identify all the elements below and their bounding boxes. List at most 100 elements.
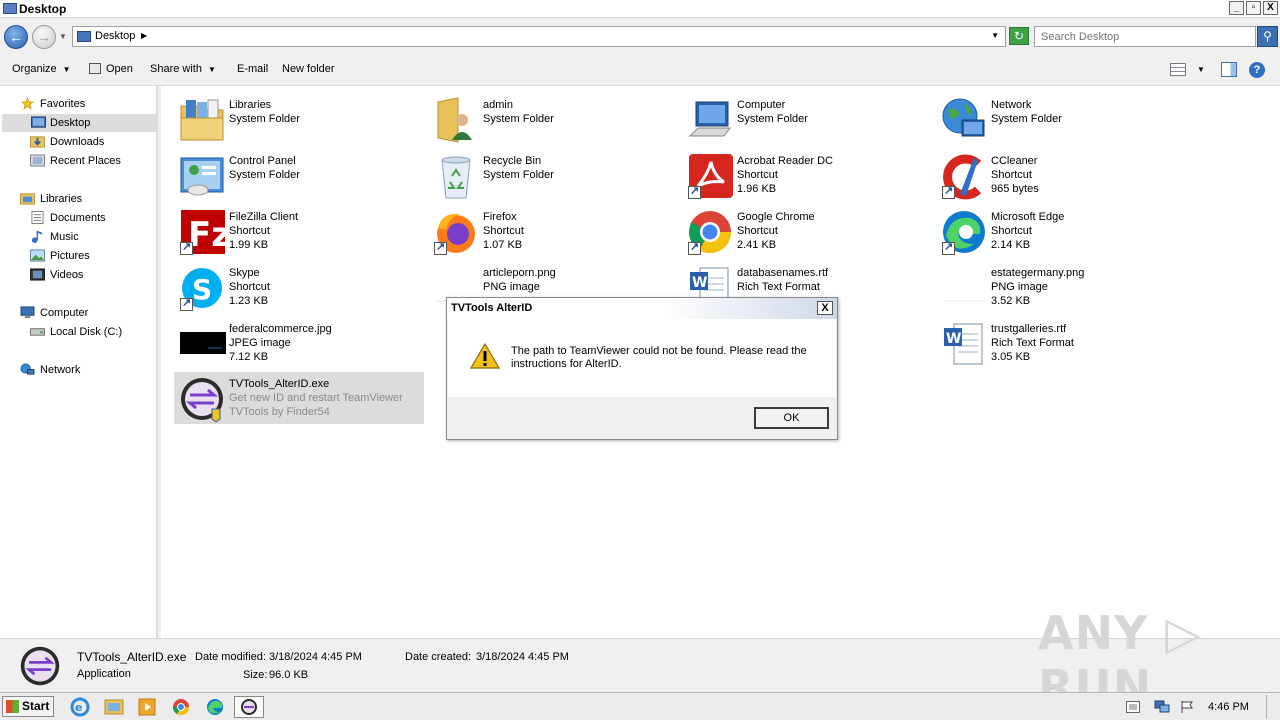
user-folder-icon <box>437 97 472 143</box>
file-type: PNG image <box>991 281 1048 293</box>
details-file-name: TVTools_AlterID.exe <box>77 650 187 664</box>
recycle-bin-icon <box>441 156 471 199</box>
nav-local-disk[interactable]: Local Disk (C:) <box>30 323 150 341</box>
keyboard-language-icon[interactable] <box>1126 701 1140 713</box>
size-value: 96.0 KB <box>269 669 309 681</box>
restore-button[interactable]: ▫ <box>1246 1 1261 15</box>
control-panel-icon <box>180 157 224 196</box>
nav-network[interactable]: Network <box>18 361 153 379</box>
file-item-computer[interactable]: Computer System Folder <box>682 93 932 145</box>
chevron-down-icon: ▼ <box>207 65 216 74</box>
file-size: 1.07 KB <box>483 239 523 251</box>
file-item-tvtools-alterid[interactable]: TVTools_AlterID.exe Get new ID and resta… <box>174 372 424 424</box>
close-button[interactable]: X <box>1263 1 1278 15</box>
taskbar: Start e 4:46 PM <box>0 692 1280 720</box>
search-box[interactable] <box>1034 26 1256 47</box>
search-input[interactable] <box>1035 27 1235 46</box>
file-name: Skype <box>229 267 260 279</box>
shortcut-arrow-icon <box>180 240 193 255</box>
network-globe-icon <box>942 98 985 137</box>
preview-pane-icon[interactable] <box>1221 62 1237 77</box>
nav-favorites[interactable]: Favorites <box>18 95 153 113</box>
address-location[interactable]: Desktop <box>95 30 135 42</box>
file-type: System Folder <box>737 113 808 125</box>
file-item-edge[interactable]: Microsoft Edge Shortcut 2.14 KB <box>936 205 1186 257</box>
nav-downloads-label: Downloads <box>50 136 105 148</box>
address-bar[interactable]: Desktop ▶ ▼ <box>72 26 1006 47</box>
file-item-control-panel[interactable]: Control Panel System Folder <box>174 149 424 201</box>
dialog-close-button[interactable]: X <box>817 301 833 315</box>
nav-music[interactable]: Music <box>30 228 150 246</box>
nav-downloads[interactable]: Downloads <box>30 133 150 151</box>
file-type: Rich Text Format <box>737 281 820 293</box>
pane-splitter[interactable] <box>157 86 161 638</box>
nav-libraries[interactable]: Libraries <box>18 190 153 208</box>
network-icon <box>20 363 35 375</box>
file-item-libraries[interactable]: Libraries System Folder <box>174 93 424 145</box>
file-item-ccleaner[interactable]: CCleaner Shortcut 965 bytes <box>936 149 1186 201</box>
nav-documents[interactable]: Documents <box>30 209 150 227</box>
share-with-button[interactable]: Share with ▼ <box>150 63 216 75</box>
view-options-chevron-icon[interactable]: ▼ <box>1197 65 1205 74</box>
internet-explorer-icon[interactable]: e <box>66 696 94 718</box>
network-tray-icon[interactable] <box>1154 700 1170 714</box>
file-item-federalcommerce[interactable]: federalcommerce.jpg JPEG image 7.12 KB <box>174 317 424 369</box>
shortcut-arrow-icon <box>942 184 955 199</box>
file-type: Rich Text Format <box>991 337 1074 349</box>
documents-icon <box>31 211 44 224</box>
nav-recent-places[interactable]: Recent Places <box>30 152 150 170</box>
nav-computer[interactable]: Computer <box>18 304 153 322</box>
breadcrumb-chevron-icon[interactable]: ▶ <box>141 31 147 40</box>
ok-button[interactable]: OK <box>754 407 829 429</box>
file-type: System Folder <box>229 113 300 125</box>
edge-icon[interactable] <box>201 696 229 718</box>
file-item-recycle-bin[interactable]: Recycle Bin System Folder <box>428 149 678 201</box>
open-button[interactable]: Open <box>89 63 133 75</box>
file-item-firefox[interactable]: Firefox Shortcut 1.07 KB <box>428 205 678 257</box>
file-item-network[interactable]: Network System Folder <box>936 93 1186 145</box>
nav-documents-label: Documents <box>50 212 106 224</box>
file-name: FileZilla Client <box>229 211 299 223</box>
address-dropdown-icon[interactable]: ▼ <box>991 31 999 40</box>
tvtools-taskbar-button[interactable] <box>234 696 264 718</box>
dialog-title: TVTools AlterID <box>451 302 533 314</box>
command-bar: Organize ▼ Open Share with ▼ E-mail New fo… <box>0 54 1280 86</box>
organize-button[interactable]: Organize ▼ <box>12 63 71 75</box>
back-arrow-icon[interactable]: ← <box>4 25 28 49</box>
help-icon[interactable]: ? <box>1249 62 1265 78</box>
taskbar-clock[interactable]: 4:46 PM <box>1208 701 1249 713</box>
search-icon[interactable]: ⚲ <box>1257 26 1278 47</box>
nav-pictures[interactable]: Pictures <box>30 247 150 265</box>
shortcut-arrow-icon <box>942 240 955 255</box>
new-folder-button[interactable]: New folder <box>282 63 335 75</box>
minimize-button[interactable]: _ <box>1229 1 1244 15</box>
show-desktop-button[interactable] <box>1266 695 1278 719</box>
email-button[interactable]: E-mail <box>237 63 268 75</box>
media-player-icon[interactable] <box>133 696 161 718</box>
file-size: 3.05 KB <box>991 351 1031 363</box>
recent-pages-dropdown-icon[interactable]: ▼ <box>59 32 67 41</box>
start-button[interactable]: Start <box>2 696 54 717</box>
file-item-admin[interactable]: admin System Folder <box>428 93 678 145</box>
nav-videos[interactable]: Videos <box>30 266 150 284</box>
file-item-filezilla[interactable]: Fz FileZilla Client Shortcut 1.99 KB <box>174 205 424 257</box>
forward-arrow-icon[interactable]: → <box>32 25 56 49</box>
action-center-flag-icon[interactable] <box>1180 700 1194 714</box>
word-document-icon: W <box>944 323 983 365</box>
navigation-pane: Favorites Desktop Downloads Recent Place… <box>0 86 157 638</box>
file-name: federalcommerce.jpg <box>229 323 332 335</box>
nav-desktop[interactable]: Desktop <box>2 114 157 132</box>
file-explorer-icon[interactable] <box>100 696 128 718</box>
open-label: Open <box>106 63 133 75</box>
file-item-trustgalleries[interactable]: W trustgalleries.rtf Rich Text Format 3.… <box>936 317 1186 369</box>
file-item-skype[interactable]: S Skype Shortcut 1.23 KB <box>174 261 424 313</box>
change-view-icon[interactable] <box>1170 63 1186 76</box>
file-item-chrome[interactable]: Google Chrome Shortcut 2.41 KB <box>682 205 932 257</box>
nav-pictures-label: Pictures <box>50 250 90 262</box>
file-item-estategermany[interactable]: estategermany.png PNG image 3.52 KB <box>936 261 1186 313</box>
date-created-value: 3/18/2024 4:45 PM <box>476 651 569 663</box>
file-name: Control Panel <box>229 155 296 167</box>
file-item-acrobat[interactable]: Acrobat Reader DC Shortcut 1.96 KB <box>682 149 932 201</box>
refresh-icon[interactable]: ↻ <box>1009 27 1029 45</box>
chrome-icon[interactable] <box>167 696 195 718</box>
